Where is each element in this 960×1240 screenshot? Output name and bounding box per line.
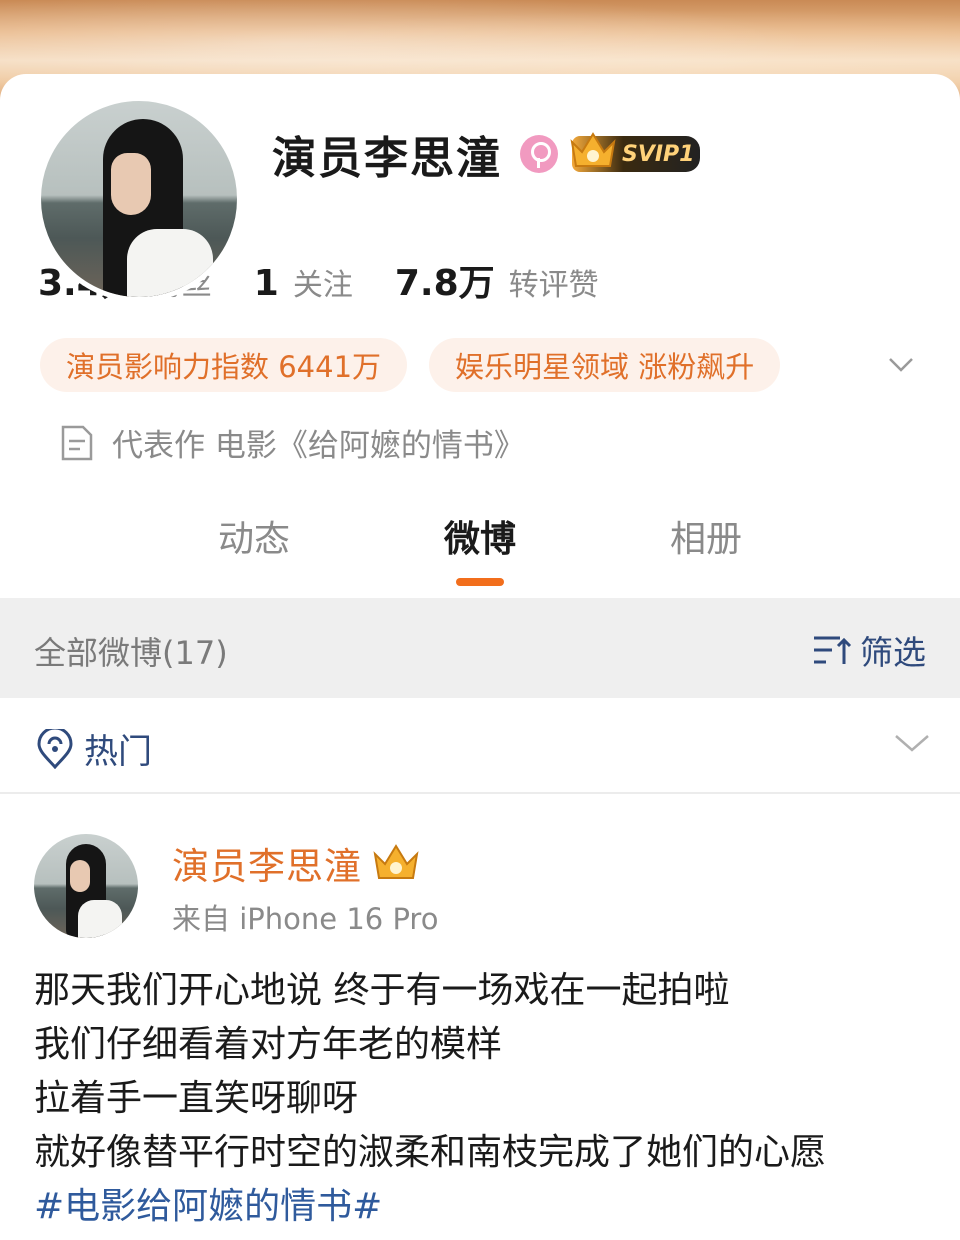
stat-label: 转评赞 [508,268,599,303]
stat-label: 关注 [292,268,353,303]
post-text-line: 拉着手一直笑呀聊呀 [34,1078,359,1119]
hot-sort-row[interactable]: 热门 [0,698,960,794]
crown-icon [570,132,616,167]
post-text-line: 我们仔细看着对方年老的模样 [34,1024,503,1065]
masterwork-text: 代表作 电影《给阿嬷的情书》 [112,428,525,464]
svip-badge[interactable]: SVIP1 [570,132,700,172]
profile-avatar[interactable] [36,96,242,302]
active-tab-indicator [456,578,504,586]
hot-sort-selector[interactable]: 热门 [36,724,152,773]
stat-value: 1 [253,263,279,304]
crown-icon [373,844,419,879]
filter-button[interactable]: 筛选 [812,626,926,674]
profile-name: 演员李思潼 [272,133,502,184]
post-source: 来自 iPhone 16 Pro [172,902,439,936]
profile-card: 演员李思潼 SVIP1 3.4万 粉丝 1 关注 7.8万 转评赞 演员影响力指… [0,74,960,1240]
all-weibo-label[interactable]: 全部微博(17) [34,628,228,674]
post-text-line: 就好像替平行时空的淑柔和南枝完成了她们的心愿 [34,1132,827,1173]
hot-label: 热门 [84,732,152,772]
post-author-row: 演员李思潼 [172,836,420,890]
profile-tags: 演员影响力指数 6441万 娱乐明星领域 涨粉飙升 [40,338,802,392]
chevron-down-icon[interactable] [886,350,916,380]
chevron-down-icon[interactable] [892,728,932,758]
tab-album[interactable]: 相册 [670,510,742,562]
svip-label: SVIP1 [622,141,695,167]
female-icon [520,135,558,173]
filter-icon [814,636,852,664]
tab-weibo[interactable]: 微博 [444,510,516,562]
post-author-avatar[interactable] [34,834,138,938]
filter-label: 筛选 [860,633,926,672]
hot-location-icon [37,728,73,769]
stat-following[interactable]: 1 关注 [254,260,353,304]
post-hashtag-link[interactable]: #电影给阿嬷的情书# [34,1180,934,1234]
post-author-name[interactable]: 演员李思潼 [172,836,362,890]
tag-influence-index[interactable]: 演员影响力指数 6441万 [40,338,408,392]
document-icon [61,425,93,460]
tag-fan-growth[interactable]: 娱乐明星领域 涨粉飙升 [429,338,781,392]
tab-dynamics[interactable]: 动态 [218,510,290,562]
masterwork-row[interactable]: 代表作 电影《给阿嬷的情书》 [60,420,525,465]
profile-name-row: 演员李思潼 SVIP1 [272,122,700,186]
stat-engagement[interactable]: 7.8万 转评赞 [395,254,599,306]
post-body[interactable]: 那天我们开心地说 终于有一场戏在一起拍啦 我们仔细看着对方年老的模样 拉着手一直… [34,964,934,1234]
post-text-line: 那天我们开心地说 终于有一场戏在一起拍啦 [34,970,730,1011]
profile-tabs: 动态 微博 相册 [0,510,960,600]
stat-value: 7.8万 [394,263,495,304]
filter-bar: 全部微博(17) 筛选 [0,598,960,698]
